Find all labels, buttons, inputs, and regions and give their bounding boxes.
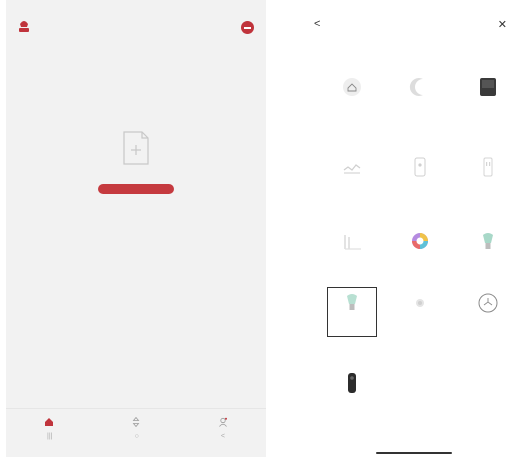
nav-me[interactable] [193,417,253,429]
device-tile[interactable] [464,72,512,120]
device-tile[interactable] [464,227,512,275]
home-system-button[interactable]: ○ [135,433,139,440]
device-tile[interactable] [396,288,444,336]
color-bulb-icon [412,233,428,249]
home-icon [45,418,54,426]
device-tile[interactable] [464,288,512,336]
device-tile[interactable] [328,72,376,120]
device-tile-selected[interactable] [327,287,377,337]
home-header [6,16,266,56]
device-tile[interactable] [396,152,444,200]
device-tile[interactable] [396,227,444,275]
back-button[interactable]: < [314,18,320,30]
back-system-button[interactable]: < [221,433,225,440]
dark-panel-icon [480,78,496,96]
home-indicator [376,452,452,454]
ceiling-light-icon [478,293,498,313]
me-icon [218,417,227,427]
close-button[interactable]: ✕ [498,18,507,31]
system-nav-bar: ||| ○ < [6,429,266,440]
nav-scenes[interactable] [106,417,166,429]
empty-device-icon [118,128,154,168]
add-device-button[interactable] [98,184,174,194]
device-tile[interactable] [328,152,376,200]
device-tile[interactable] [396,72,444,120]
device-tile[interactable] [464,152,512,200]
nav-home[interactable] [19,417,79,429]
scenes-icon [132,417,140,427]
status-bar [300,0,519,14]
status-bar [6,0,266,16]
light-switch-icon [343,164,361,174]
plug-icon [414,157,426,177]
moon-sensor-icon [409,78,423,96]
home-screen: ||| ○ < [6,0,266,457]
strip-light-icon [344,235,361,250]
bulb-icon [483,233,493,249]
recent-apps-button[interactable]: ||| [47,433,52,440]
device-tile[interactable] [328,227,376,275]
outlet-icon [483,157,493,177]
home-logo-icon[interactable] [16,18,32,34]
add-device-header: < ✕ [300,14,519,40]
bulb-icon [347,294,357,310]
spot-light-icon [416,299,424,307]
device-tile[interactable] [328,368,376,416]
bottom-nav: ||| ○ < [6,408,266,457]
add-circle-icon[interactable] [241,21,254,34]
add-device-screen: < ✕ [300,0,519,457]
home-sensor-icon [343,78,361,96]
doorbell-icon [348,373,356,393]
empty-state [6,128,266,199]
